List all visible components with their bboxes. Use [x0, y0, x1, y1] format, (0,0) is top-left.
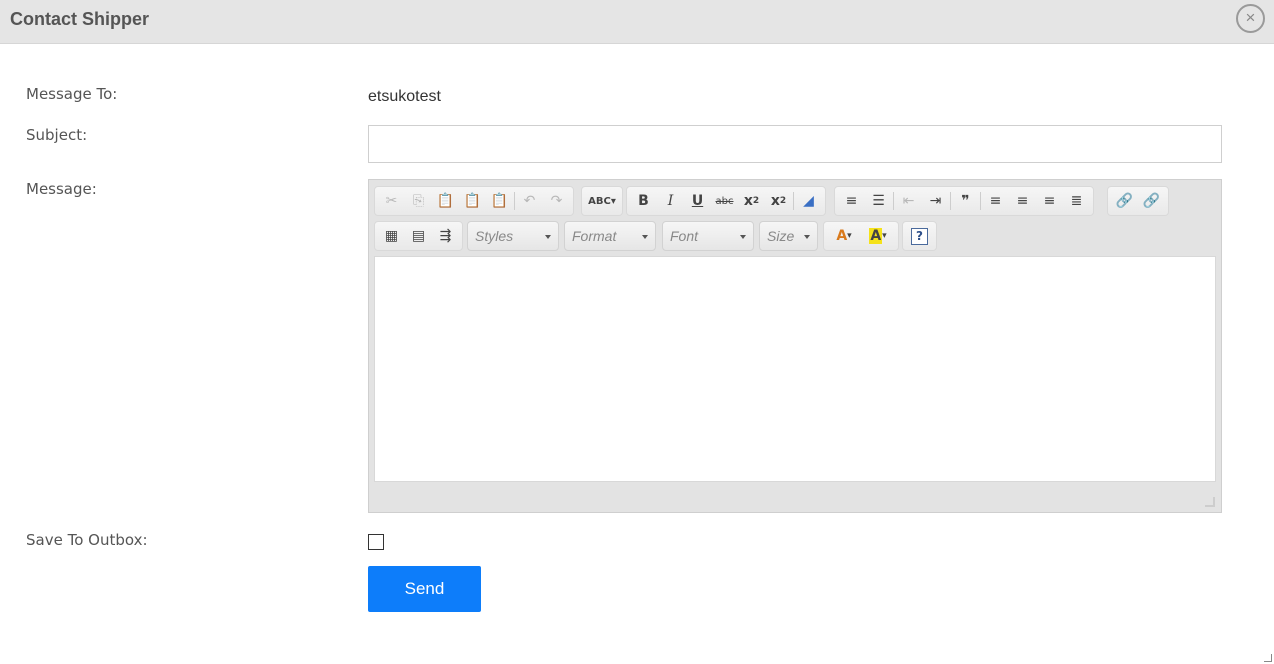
- basic-styles-toolbar-group: B I U abc x2 x2 ◢: [626, 186, 826, 216]
- justify-icon[interactable]: ≣: [1063, 188, 1090, 214]
- dialog-resize-icon[interactable]: [1264, 654, 1272, 662]
- size-dropdown-label: Size: [767, 228, 795, 244]
- save-outbox-checkbox[interactable]: [368, 534, 384, 550]
- outdent-icon[interactable]: ⇤: [895, 188, 922, 214]
- toolbar-separator: [514, 192, 515, 210]
- close-icon[interactable]: ×: [1236, 4, 1265, 33]
- remove-format-icon[interactable]: ◢: [795, 188, 822, 214]
- align-left-icon[interactable]: ≡: [982, 188, 1009, 214]
- styles-dropdown-label: Styles: [475, 228, 514, 244]
- paste-icon[interactable]: 📋: [432, 188, 459, 214]
- toolbar-separator: [893, 192, 894, 210]
- format-dropdown-label: Format: [572, 228, 617, 244]
- paragraph-toolbar-group: ≡ ☰ ⇤ ⇥ ❞ ≡ ≡ ≡ ≣: [834, 186, 1094, 216]
- font-dropdown[interactable]: Font: [662, 221, 754, 251]
- save-outbox-label: Save To Outbox:: [26, 531, 148, 549]
- chevron-down-icon: [740, 235, 746, 239]
- toolbar-separator: [950, 192, 951, 210]
- links-toolbar-group: 🔗 🔗: [1107, 186, 1169, 216]
- dialog-header: Contact Shipper ×: [0, 0, 1274, 44]
- bold-icon[interactable]: B: [630, 188, 657, 214]
- spellcheck-icon[interactable]: ABC ▾: [585, 188, 619, 214]
- paste-text-icon[interactable]: 📋: [459, 188, 486, 214]
- italic-icon[interactable]: I: [657, 188, 684, 214]
- size-dropdown[interactable]: Size: [759, 221, 818, 251]
- link-icon[interactable]: 🔗: [1111, 188, 1138, 214]
- toolbar-separator: [793, 192, 794, 210]
- format-dropdown[interactable]: Format: [564, 221, 656, 251]
- copy-icon[interactable]: ⎘: [405, 188, 432, 214]
- toolbar-separator: [980, 192, 981, 210]
- send-button[interactable]: Send: [368, 566, 481, 612]
- underline-icon[interactable]: U: [684, 188, 711, 214]
- message-body-editor[interactable]: [374, 256, 1216, 482]
- message-label: Message:: [26, 180, 97, 198]
- page-break-icon[interactable]: ⇶: [432, 223, 459, 249]
- rich-text-editor: ✂ ⎘ 📋 📋 📋 ↶ ↷ ABC ▾ B I U abc x2 x2 ◢ ≡ ☰…: [368, 179, 1222, 513]
- chevron-down-icon: [545, 235, 551, 239]
- message-to-label: Message To:: [26, 85, 118, 103]
- message-to-value: etsukotest: [368, 88, 441, 105]
- redo-icon[interactable]: ↷: [543, 188, 570, 214]
- horizontal-rule-icon[interactable]: ▤: [405, 223, 432, 249]
- numbered-list-icon[interactable]: ≡: [838, 188, 865, 214]
- bulleted-list-icon[interactable]: ☰: [865, 188, 892, 214]
- indent-icon[interactable]: ⇥: [922, 188, 949, 214]
- help-toolbar-group: ?: [902, 221, 937, 251]
- chevron-down-icon: [804, 235, 810, 239]
- insert-toolbar-group: ▦ ▤ ⇶: [374, 221, 463, 251]
- align-right-icon[interactable]: ≡: [1036, 188, 1063, 214]
- unlink-icon[interactable]: 🔗: [1138, 188, 1165, 214]
- font-dropdown-label: Font: [670, 228, 699, 244]
- table-icon[interactable]: ▦: [378, 223, 405, 249]
- spellcheck-glyph: ABC: [588, 195, 611, 207]
- dialog-title: Contact Shipper: [10, 9, 150, 29]
- paste-word-icon[interactable]: 📋: [486, 188, 513, 214]
- background-color-icon[interactable]: A ▾: [861, 223, 895, 249]
- text-color-icon[interactable]: A ▾: [827, 223, 861, 249]
- subscript-icon[interactable]: x2: [738, 188, 765, 214]
- styles-dropdown[interactable]: Styles: [467, 221, 559, 251]
- align-center-icon[interactable]: ≡: [1009, 188, 1036, 214]
- clipboard-toolbar-group: ✂ ⎘ 📋 📋 📋 ↶ ↷: [374, 186, 574, 216]
- subject-input[interactable]: [368, 125, 1222, 163]
- strikethrough-icon[interactable]: abc: [711, 188, 738, 214]
- chevron-down-icon: [642, 235, 648, 239]
- resize-handle-icon[interactable]: [1205, 497, 1215, 507]
- subject-label: Subject:: [26, 126, 88, 144]
- cut-icon[interactable]: ✂: [378, 188, 405, 214]
- help-icon[interactable]: ?: [906, 223, 933, 249]
- blockquote-icon[interactable]: ❞: [952, 188, 979, 214]
- colors-toolbar-group: A ▾ A ▾: [823, 221, 899, 251]
- superscript-icon[interactable]: x2: [765, 188, 792, 214]
- spellcheck-toolbar-group: ABC ▾: [581, 186, 623, 216]
- undo-icon[interactable]: ↶: [516, 188, 543, 214]
